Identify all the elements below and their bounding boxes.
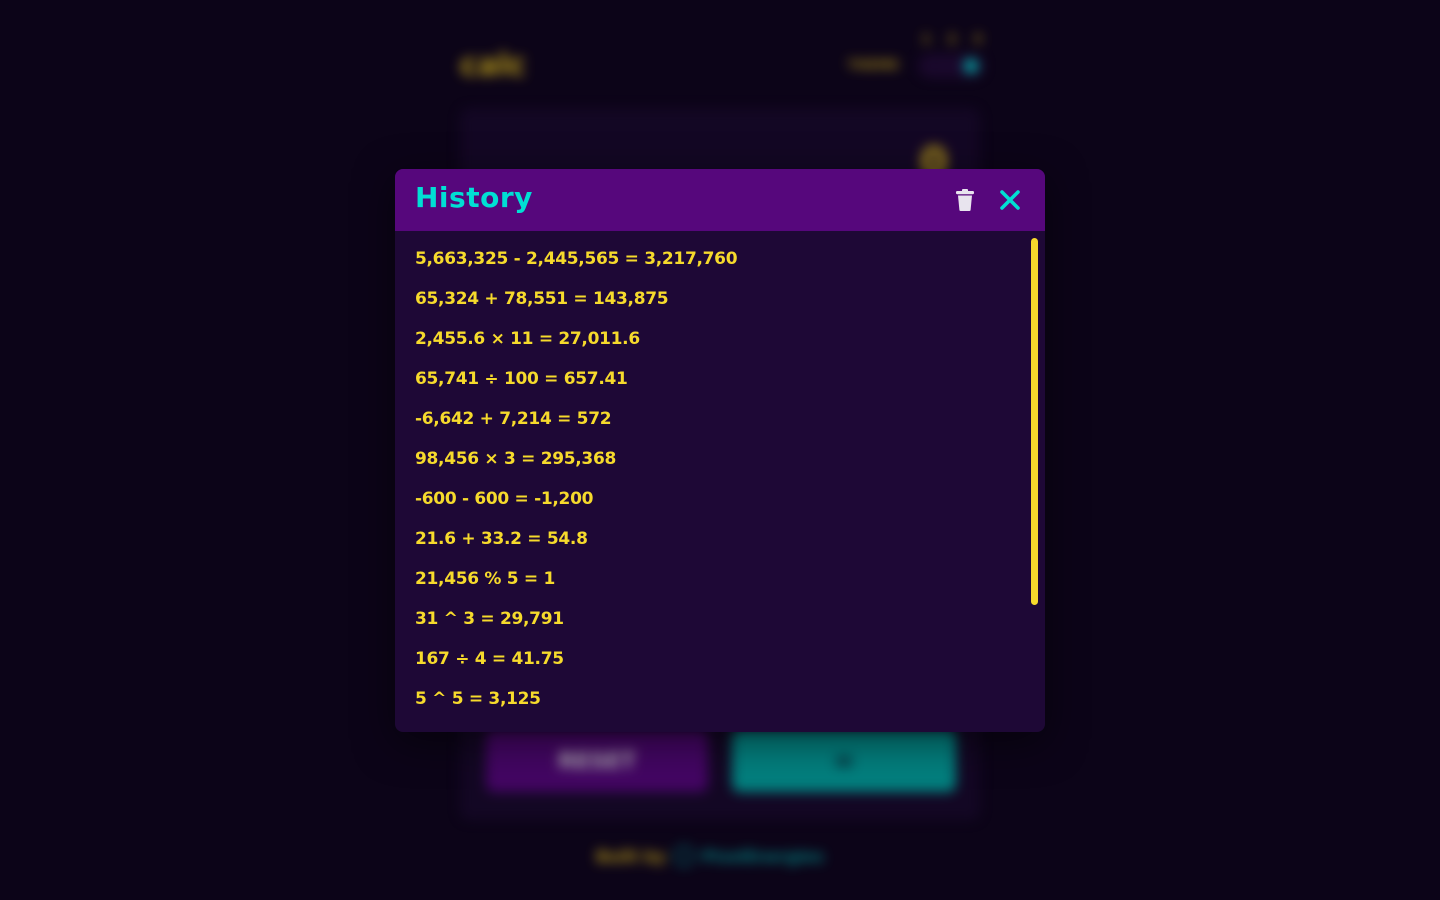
github-icon [673, 846, 694, 866]
history-item[interactable]: -600 - 600 = -1,200 [415, 489, 593, 513]
app-logo: calc [460, 48, 527, 83]
close-history-button[interactable] [996, 186, 1024, 214]
theme-number-3: 3 [973, 32, 982, 46]
footer-built-by: Built by [596, 846, 666, 866]
history-scrollbar[interactable] [1031, 238, 1038, 605]
history-item[interactable]: 98,456 × 3 = 295,368 [415, 449, 616, 473]
trash-icon [956, 189, 974, 211]
history-modal: History 5,663,325 - 2,445,565 = 3,217,76… [395, 169, 1045, 732]
history-list[interactable]: 5,663,325 - 2,445,565 = 3,217,760 65,324… [395, 231, 1045, 732]
history-item[interactable]: 21,456 % 5 = 1 [415, 569, 555, 593]
footer-author: PixelEnergies [701, 846, 824, 866]
history-item[interactable]: 65,324 + 78,551 = 143,875 [415, 289, 669, 313]
history-item[interactable]: 2,455.6 × 11 = 27,011.6 [415, 329, 640, 353]
history-item[interactable]: 31 ^ 3 = 29,791 [415, 609, 564, 633]
reset-button: RESET [486, 730, 708, 792]
history-item[interactable]: 65,741 ÷ 100 = 657.41 [415, 369, 628, 393]
equals-button: = [732, 730, 956, 792]
history-item[interactable]: 167 ÷ 4 = 41.75 [415, 649, 564, 673]
history-item[interactable]: 5 ^ 5 = 3,125 [415, 689, 541, 713]
history-item[interactable]: 5,663,325 - 2,445,565 = 3,217,760 [415, 249, 738, 273]
close-icon [1000, 190, 1020, 210]
theme-label: THEME [848, 58, 900, 72]
theme-toggle [918, 54, 984, 78]
history-item[interactable]: 21.6 + 33.2 = 54.8 [415, 529, 588, 553]
theme-toggle-knob [964, 59, 978, 73]
theme-numbers: 1 2 3 [922, 32, 982, 46]
theme-number-1: 1 [922, 32, 931, 46]
theme-number-2: 2 [947, 32, 957, 46]
history-item[interactable]: -6,642 + 7,214 = 572 [415, 409, 612, 433]
clear-history-button[interactable] [951, 186, 979, 214]
history-title: History [415, 181, 533, 214]
footer: Built by PixelEnergies [596, 846, 824, 866]
history-header: History [395, 169, 1045, 231]
